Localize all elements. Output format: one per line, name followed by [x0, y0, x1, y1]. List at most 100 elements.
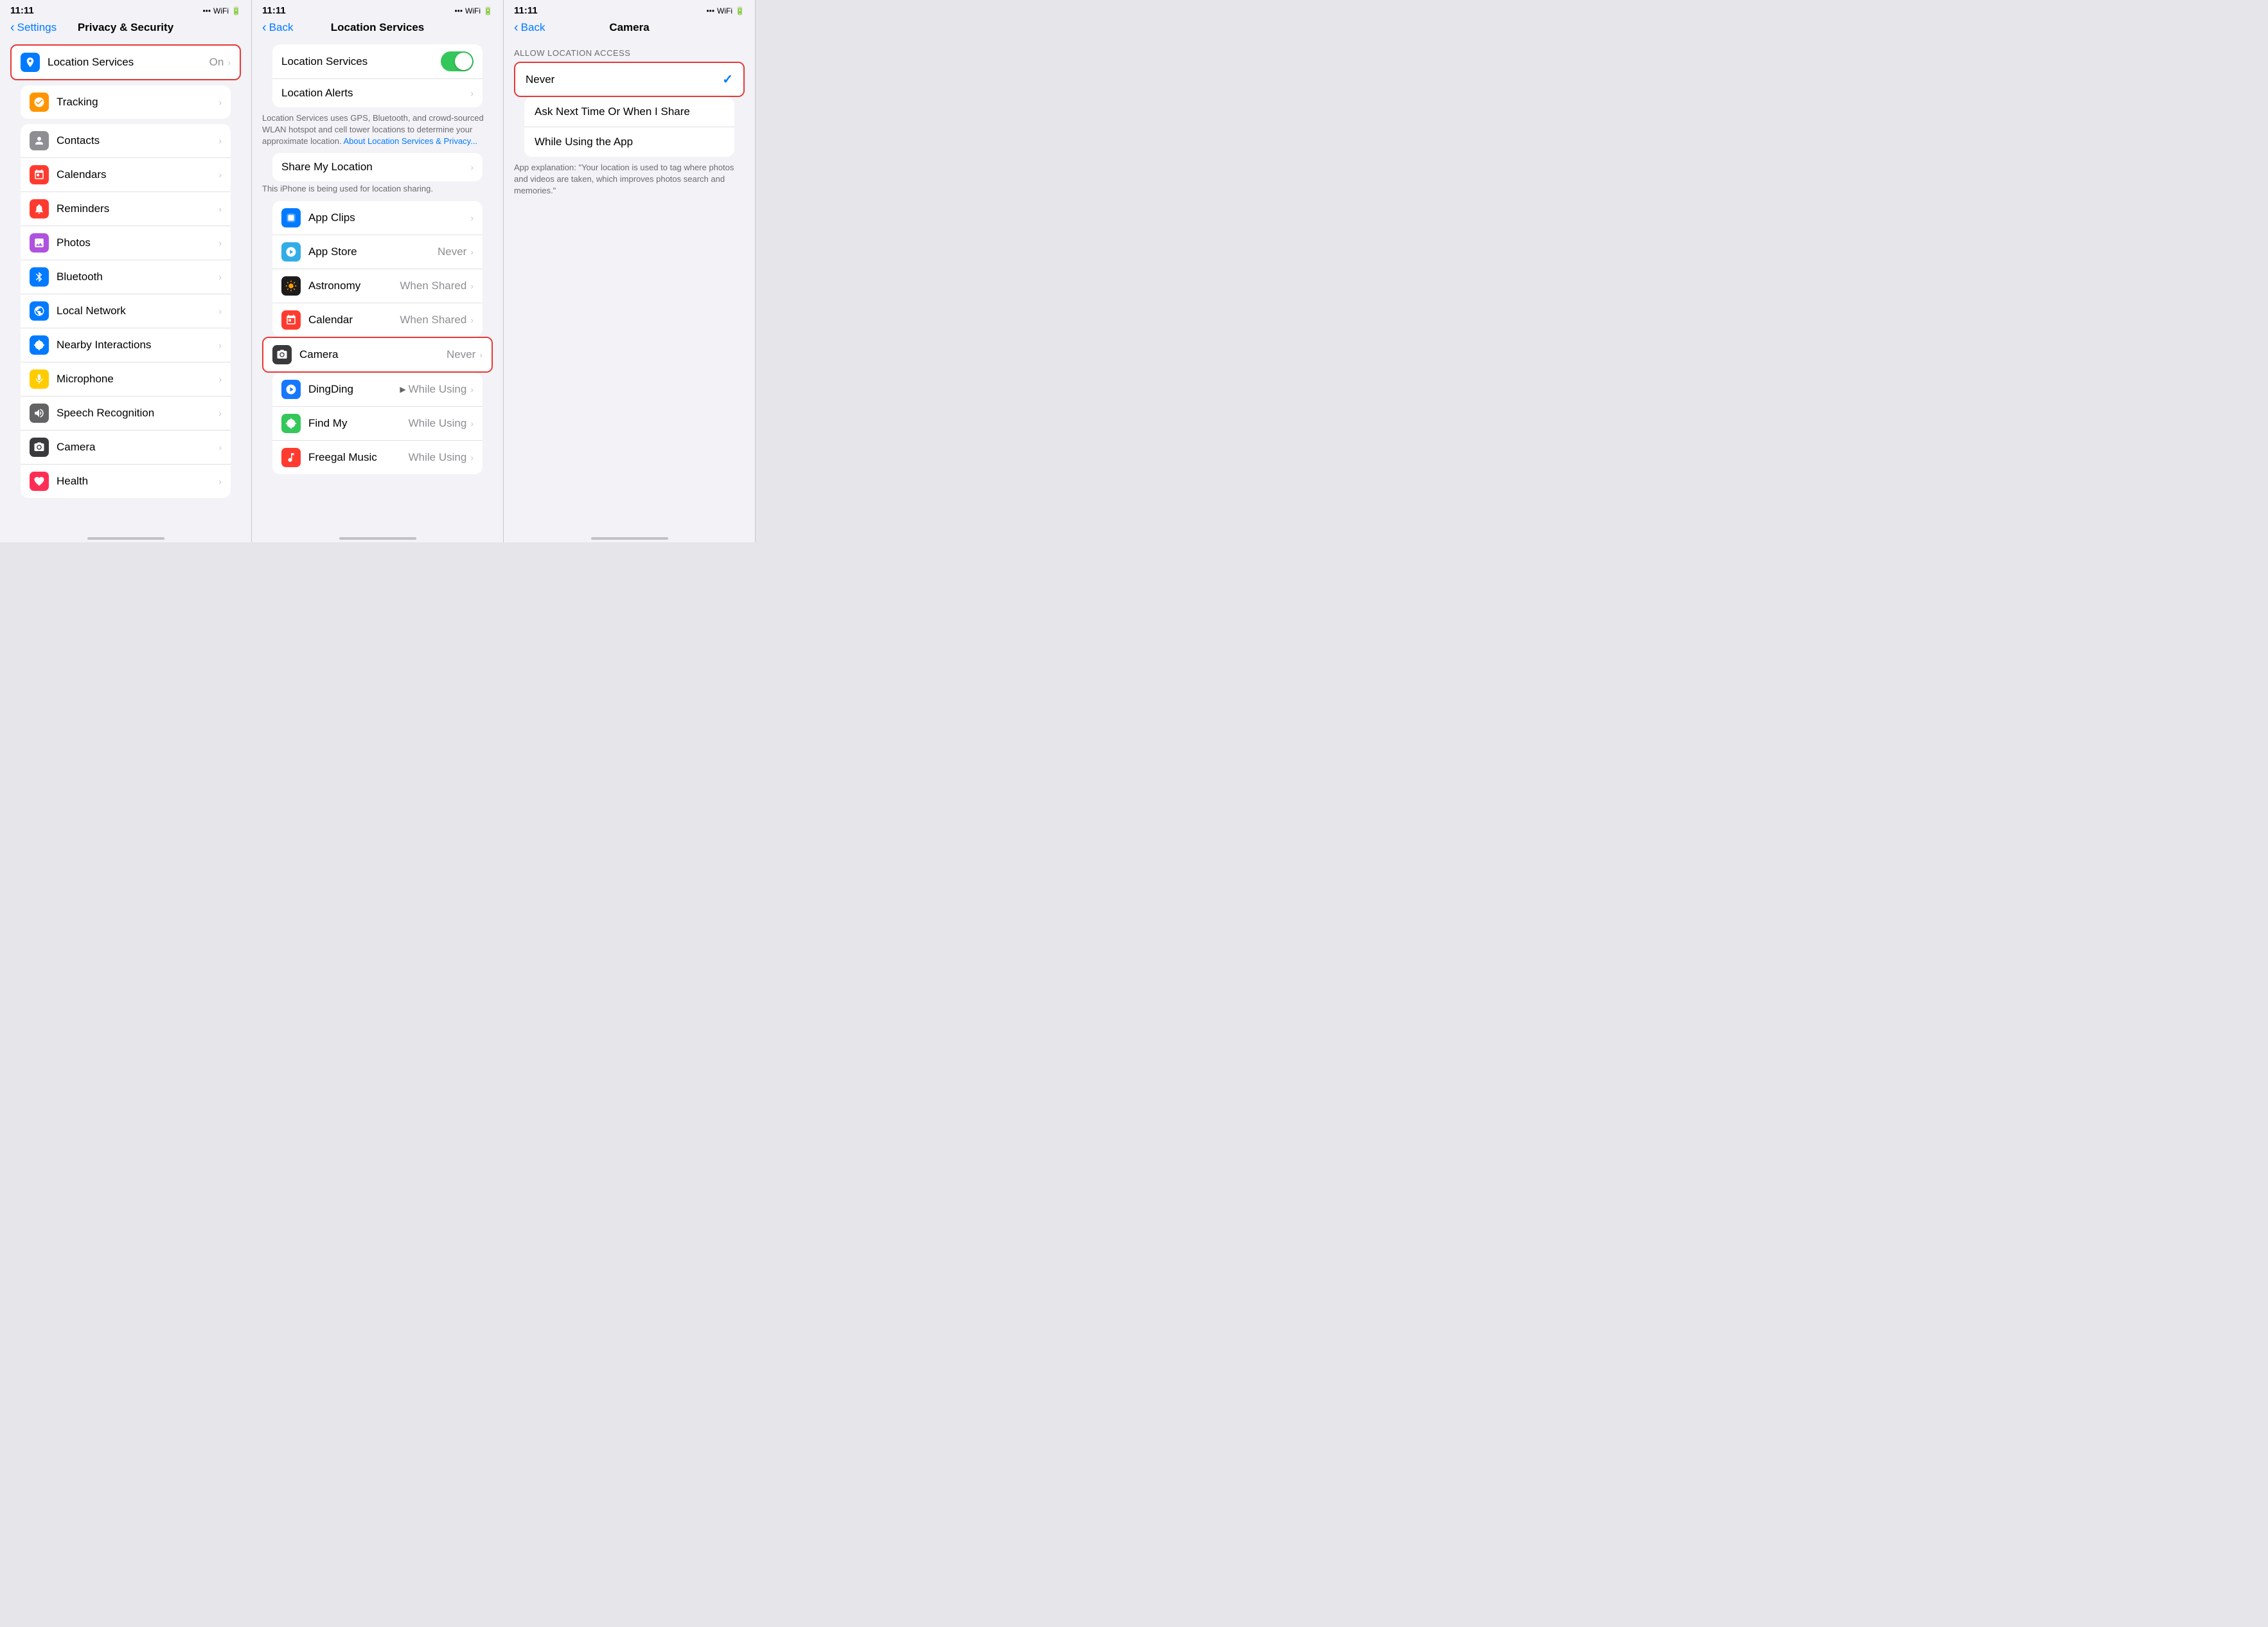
- loc-services-toggle-group: Location Services Location Alerts ›: [272, 44, 483, 107]
- ask-next-time-option[interactable]: Ask Next Time Or When I Share: [524, 97, 734, 127]
- location-alerts-chevron: ›: [470, 88, 474, 98]
- app-store-item[interactable]: App Store Never ›: [272, 235, 483, 269]
- speech-recognition-item[interactable]: Speech Recognition ›: [21, 396, 231, 431]
- status-time-2: 11:11: [262, 5, 286, 16]
- contacts-item[interactable]: Contacts ›: [21, 124, 231, 158]
- camera-label-p2: Camera: [299, 348, 447, 361]
- nav-bar-3: ‹ Back Camera: [504, 19, 755, 39]
- allow-location-label: ALLOW LOCATION ACCESS: [504, 39, 755, 62]
- panel-privacy-security: 11:11 ••• WiFi 🔋 ‹ Settings Privacy & Se…: [0, 0, 252, 542]
- find-my-value: While Using: [409, 417, 467, 430]
- location-services-toggle-item[interactable]: Location Services: [272, 44, 483, 79]
- more-apps-section: DingDing ▶ While Using › Find My While U…: [262, 373, 493, 474]
- back-button-3[interactable]: ‹ Back: [514, 21, 545, 35]
- calendar-icon: [281, 310, 301, 330]
- photos-item[interactable]: Photos ›: [21, 226, 231, 260]
- reminders-item[interactable]: Reminders ›: [21, 192, 231, 226]
- settings-list-group: Contacts › Calendars › Reminders ›: [21, 124, 231, 498]
- status-bar-3: 11:11 ••• WiFi 🔋: [504, 0, 755, 19]
- camera-chevron-p2: ›: [479, 350, 483, 360]
- settings-list-section: Contacts › Calendars › Reminders ›: [10, 124, 241, 498]
- location-services-chevron: ›: [227, 57, 231, 67]
- calendars-item[interactable]: Calendars ›: [21, 158, 231, 192]
- dingding-item[interactable]: DingDing ▶ While Using ›: [272, 373, 483, 407]
- tracking-section: Tracking ›: [10, 85, 241, 119]
- app-clips-chevron: ›: [470, 213, 474, 223]
- wifi-icon-3: WiFi: [717, 6, 732, 15]
- home-bar-3: [591, 537, 668, 540]
- camera-item[interactable]: Camera ›: [21, 431, 231, 465]
- calendar-label: Calendar: [308, 314, 400, 326]
- location-services-highlighted-row[interactable]: Location Services On ›: [10, 44, 241, 80]
- health-item[interactable]: Health ›: [21, 465, 231, 498]
- freegal-label: Freegal Music: [308, 451, 409, 464]
- chevron-back-2: ‹: [262, 21, 267, 35]
- health-icon: [30, 472, 49, 491]
- sharing-desc: This iPhone is being used for location s…: [252, 181, 503, 199]
- find-my-item[interactable]: Find My While Using ›: [272, 407, 483, 441]
- back-label-1: Settings: [17, 21, 57, 34]
- nearby-interactions-item[interactable]: Nearby Interactions ›: [21, 328, 231, 362]
- camera-item-p2[interactable]: Camera Never ›: [263, 338, 492, 371]
- status-icons-2: ••• WiFi 🔋: [454, 6, 493, 15]
- reminders-icon: [30, 199, 49, 218]
- app-store-icon: [281, 242, 301, 262]
- calendars-label: Calendars: [57, 168, 217, 181]
- while-using-option[interactable]: While Using the App: [524, 127, 734, 157]
- location-alerts-item[interactable]: Location Alerts ›: [272, 79, 483, 107]
- ask-next-time-label: Ask Next Time Or When I Share: [535, 105, 724, 118]
- microphone-item[interactable]: Microphone ›: [21, 362, 231, 396]
- dingding-label: DingDing: [308, 383, 400, 396]
- home-indicator-3: [504, 529, 755, 542]
- calendar-item[interactable]: Calendar When Shared ›: [272, 303, 483, 337]
- microphone-icon: [30, 369, 49, 389]
- bluetooth-item[interactable]: Bluetooth ›: [21, 260, 231, 294]
- never-label: Never: [526, 73, 722, 86]
- back-label-3: Back: [521, 21, 545, 34]
- back-label-2: Back: [269, 21, 294, 34]
- calendar-chevron: ›: [470, 315, 474, 325]
- status-time-1: 11:11: [10, 5, 34, 16]
- local-network-item[interactable]: Local Network ›: [21, 294, 231, 328]
- app-store-chevron: ›: [470, 247, 474, 257]
- location-alerts-label: Location Alerts: [281, 87, 469, 100]
- home-indicator-1: [0, 529, 251, 542]
- app-clips-item[interactable]: App Clips ›: [272, 201, 483, 235]
- dingding-loc-icon: ▶: [400, 385, 405, 394]
- astronomy-item[interactable]: Astronomy When Shared ›: [272, 269, 483, 303]
- back-button-1[interactable]: ‹ Settings: [10, 21, 57, 35]
- calendars-chevron: ›: [218, 170, 222, 180]
- tracking-group: Tracking ›: [21, 85, 231, 119]
- nav-title-1: Privacy & Security: [78, 21, 173, 34]
- chevron-back-3: ‹: [514, 21, 518, 35]
- location-services-toggle[interactable]: [441, 51, 474, 71]
- explanation-text: App explanation: "Your location is used …: [504, 157, 755, 202]
- share-my-location-label: Share My Location: [281, 161, 469, 173]
- back-button-2[interactable]: ‹ Back: [262, 21, 293, 35]
- find-my-label: Find My: [308, 417, 409, 430]
- status-bar-2: 11:11 ••• WiFi 🔋: [252, 0, 503, 19]
- nearby-interactions-label: Nearby Interactions: [57, 339, 217, 351]
- tracking-item[interactable]: Tracking ›: [21, 85, 231, 119]
- content-3: ALLOW LOCATION ACCESS Never ✓ Ask Next T…: [504, 39, 755, 529]
- share-my-location-chevron: ›: [470, 162, 474, 172]
- nav-bar-1: ‹ Settings Privacy & Security: [0, 19, 251, 39]
- status-icons-1: ••• WiFi 🔋: [202, 6, 241, 15]
- freegal-item[interactable]: Freegal Music While Using ›: [272, 441, 483, 474]
- about-location-link[interactable]: About Location Services & Privacy...: [343, 136, 477, 146]
- app-clips-label: App Clips: [308, 211, 469, 224]
- never-highlighted-box: Never ✓: [514, 62, 745, 97]
- local-network-icon: [30, 301, 49, 321]
- share-my-location-item[interactable]: Share My Location ›: [272, 153, 483, 181]
- home-indicator-2: [252, 529, 503, 542]
- nav-title-2: Location Services: [331, 21, 425, 34]
- speech-recognition-icon: [30, 404, 49, 423]
- location-services-item[interactable]: Location Services On ›: [12, 46, 240, 79]
- never-option[interactable]: Never ✓: [515, 63, 743, 96]
- contacts-icon: [30, 131, 49, 150]
- battery-icon-2: 🔋: [483, 6, 493, 15]
- calendar-value: When Shared: [400, 314, 466, 326]
- camera-chevron-p1: ›: [218, 442, 222, 452]
- photos-label: Photos: [57, 236, 217, 249]
- chevron-back-1: ‹: [10, 21, 15, 35]
